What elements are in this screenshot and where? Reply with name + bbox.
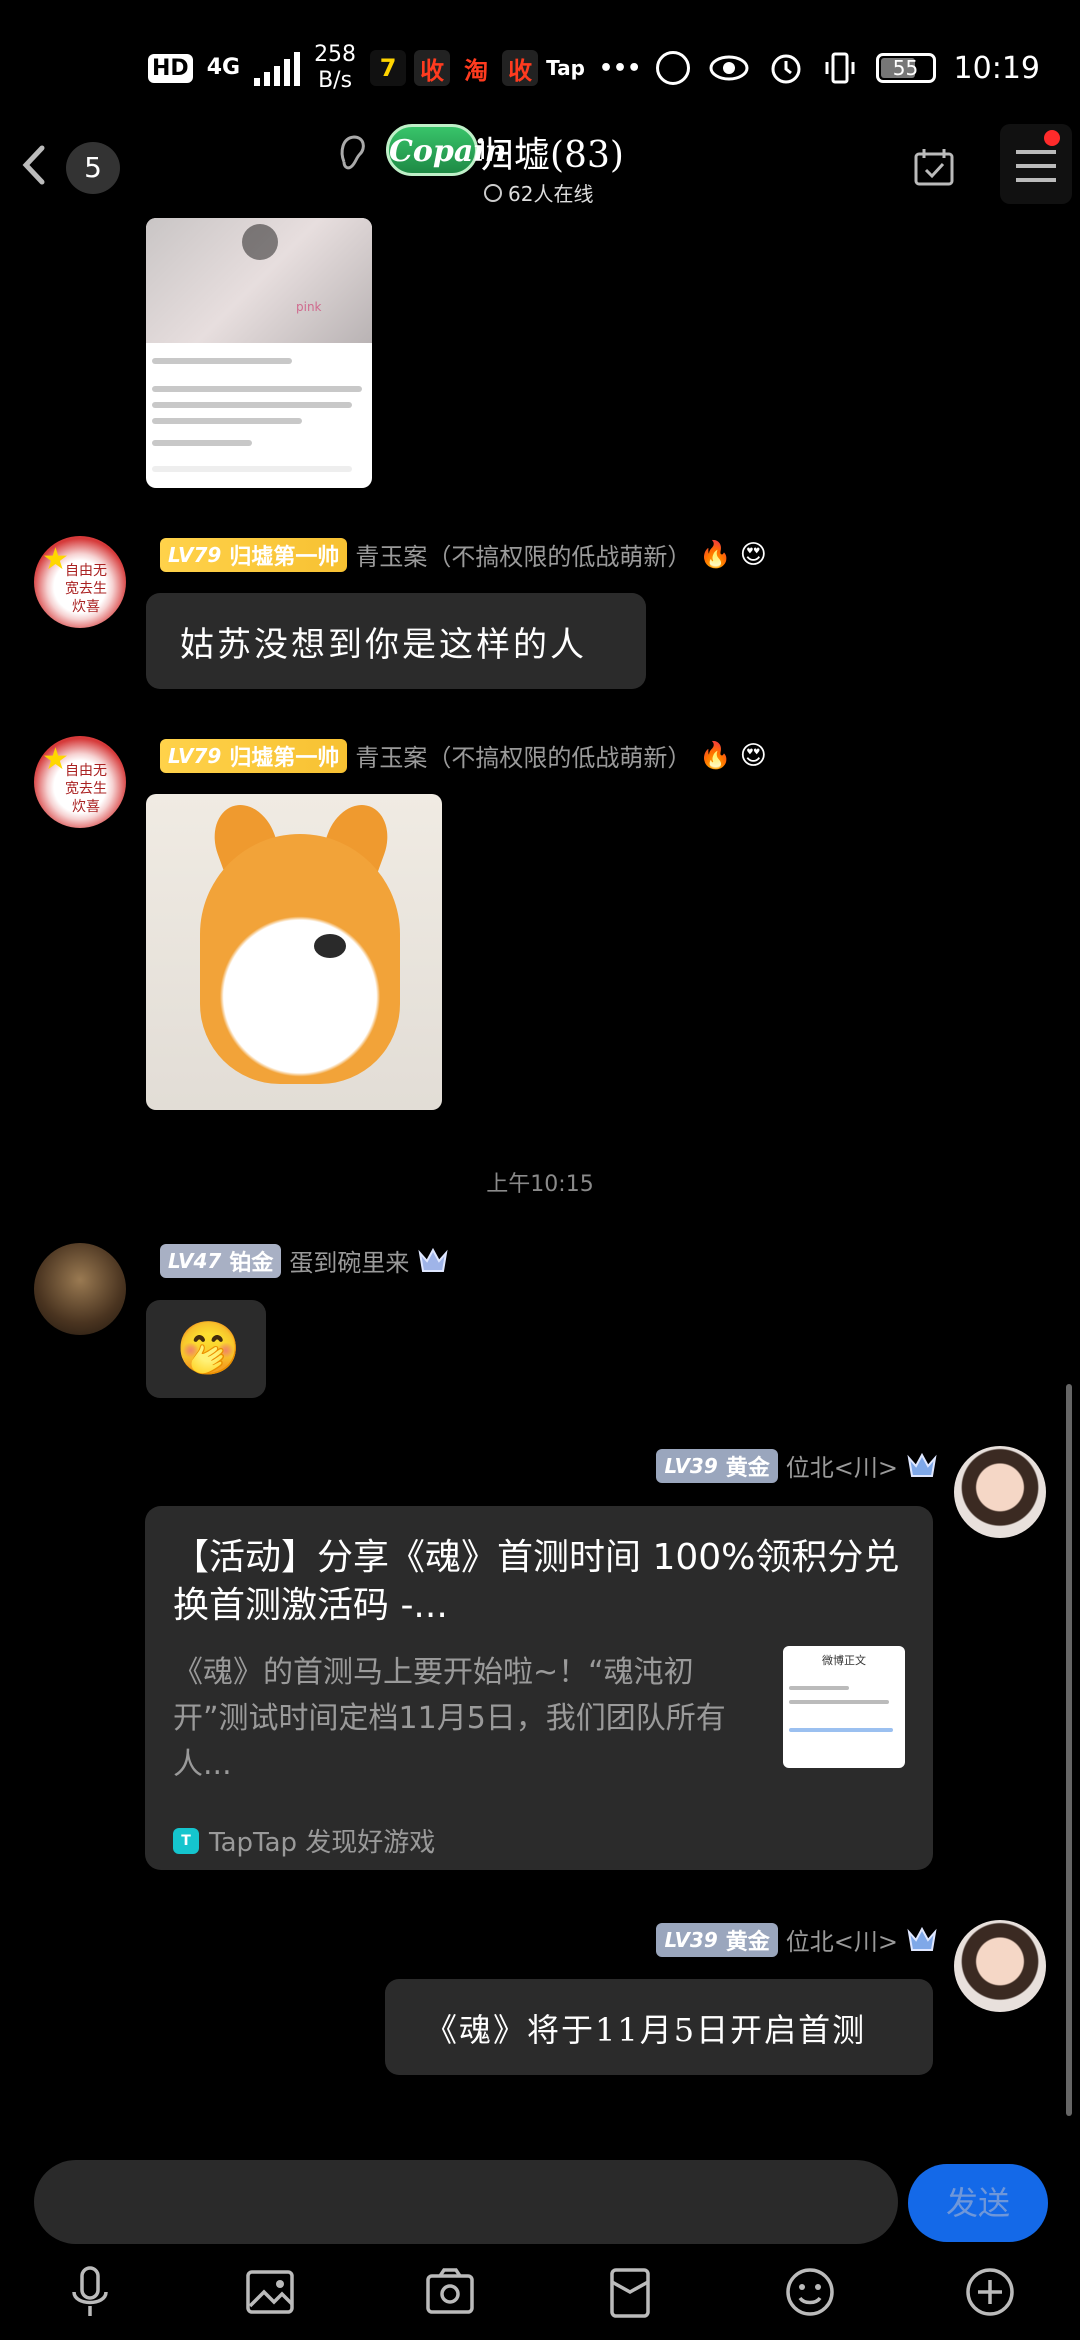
card-source: T TapTap 发现好游戏: [173, 1822, 435, 1859]
sender-header: LV47 铂金 蛋到碗里来: [160, 1243, 449, 1278]
fire-badge-icon: 🔥: [699, 740, 732, 771]
sender-header: LV39 黄金 位北<川>: [656, 1922, 938, 1957]
taptap-icon: T: [173, 1827, 199, 1854]
sticker-part: [314, 934, 346, 958]
eye-icon: [709, 55, 749, 81]
status-right: 55 10:19: [655, 46, 1040, 90]
rank-crown-icon: [418, 1247, 448, 1272]
message-bubble[interactable]: 🤭: [146, 1300, 266, 1398]
checkin-calendar-icon[interactable]: [912, 146, 956, 188]
sender-nickname[interactable]: 青玉案（不搞权限的低战萌新）: [355, 738, 691, 773]
hd-indicator: HD: [148, 53, 193, 83]
thumbnail-line: [152, 440, 252, 446]
notification-app-icon: 淘: [458, 50, 495, 86]
more-notifications: •••: [598, 55, 642, 81]
thumbnail-line: [152, 402, 352, 408]
send-button[interactable]: 发送: [908, 2164, 1048, 2242]
vibrate-icon: [825, 52, 855, 84]
thumbnail-caption: pink: [296, 300, 322, 314]
notification-app-icon: 7: [370, 50, 407, 86]
message-timestamp: 上午10:15: [486, 1172, 594, 1197]
sender-header: LV79 归墟第一帅 青玉案（不搞权限的低战萌新） 🔥 😍: [160, 738, 767, 773]
message-text: 姑苏没想到你是这样的人: [180, 625, 587, 665]
play-icon: [242, 224, 278, 260]
rank-crown-icon: [907, 1452, 937, 1477]
sender-header: LV39 黄金 位北<川>: [656, 1448, 938, 1483]
notification-app-icon: 收: [502, 50, 539, 86]
heart-eyes-badge-icon: 😍: [739, 740, 767, 771]
message-bubble[interactable]: 《魂》将于11月5日开启首测: [385, 1979, 933, 2075]
microphone-icon[interactable]: [62, 2262, 118, 2322]
sender-nickname[interactable]: 位北<川>: [786, 1448, 898, 1483]
message-bubble[interactable]: 姑苏没想到你是这样的人: [146, 593, 646, 689]
battery-icon: 55: [875, 53, 936, 83]
thumbnail-line: [152, 418, 302, 424]
level-badge: LV79 归墟第一帅: [160, 738, 348, 773]
camera-icon[interactable]: [422, 2262, 478, 2322]
scrollbar[interactable]: [1066, 1384, 1072, 2116]
menu-button[interactable]: [1000, 124, 1072, 204]
heart-eyes-badge-icon: 😍: [739, 539, 767, 570]
group-logo: Copain: [386, 124, 507, 176]
avatar[interactable]: [34, 1243, 126, 1335]
level-badge: LV39 黄金: [656, 1448, 778, 1483]
clock: 10:19: [953, 50, 1040, 86]
sticker-part: [200, 834, 400, 1084]
status-left: HD 4G 258 B/s 7 收淘收 Tap •••: [148, 40, 641, 96]
red-packet-icon[interactable]: [602, 2262, 658, 2322]
card-title: 【活动】分享《魂》首测时间 100%领积分兑换首测激活码 -...: [173, 1537, 900, 1626]
card-description: 《魂》的首测马上要开始啦~！“魂沌初开”测试时间定档11月5日，我们团队所有人.…: [173, 1655, 726, 1782]
signal-icon: [254, 50, 301, 86]
hamburger-icon: [1016, 150, 1056, 182]
ear-icon[interactable]: [336, 132, 370, 172]
back-arrow-icon[interactable]: [14, 140, 54, 190]
message-input[interactable]: [34, 2160, 898, 2244]
link-card[interactable]: 【活动】分享《魂》首测时间 100%领积分兑换首测激活码 -... 《魂》的首测…: [145, 1506, 933, 1870]
avatar[interactable]: [954, 1446, 1046, 1538]
network-type: 4G: [206, 55, 241, 80]
unread-count-badge[interactable]: 5: [66, 142, 120, 194]
message-emoji: 🤭: [176, 1319, 241, 1379]
message-text: 《魂》将于11月5日开启首测: [425, 2011, 867, 2049]
sender-nickname[interactable]: 蛋到碗里来: [289, 1243, 409, 1278]
sender-nickname[interactable]: 青玉案（不搞权限的低战萌新）: [355, 537, 691, 572]
hd-call-icon: [655, 51, 690, 85]
avatar[interactable]: ★ 自由无宽去生炊喜: [34, 536, 126, 628]
network-speed: 258 B/s: [314, 42, 357, 93]
sender-header: LV79 归墟第一帅 青玉案（不搞权限的低战萌新） 🔥 😍: [160, 537, 767, 572]
emoji-icon[interactable]: [782, 2262, 838, 2322]
avatar[interactable]: ★ 自由无宽去生炊喜: [34, 736, 126, 828]
avatar[interactable]: [954, 1920, 1046, 2012]
rank-crown-icon: [907, 1926, 937, 1951]
plus-icon[interactable]: [962, 2262, 1018, 2322]
level-badge: LV39 黄金: [656, 1922, 778, 1957]
notification-dot: [1044, 130, 1060, 146]
status-bar: HD 4G 258 B/s 7 收淘收 Tap ••• 55 10:19: [0, 0, 1080, 130]
notification-icons: 7 收淘收 Tap: [370, 50, 585, 86]
online-count[interactable]: 62人在线: [484, 178, 593, 207]
sender-nickname[interactable]: 位北<川>: [786, 1922, 898, 1957]
chevron-down-icon: [484, 183, 502, 202]
level-badge: LV79 归墟第一帅: [160, 537, 348, 572]
card-thumbnail: 微博正文: [783, 1646, 905, 1768]
shared-image-thumbnail[interactable]: pink: [146, 218, 372, 488]
thumbnail-line: [152, 466, 352, 472]
notification-app-icon: 收: [414, 50, 451, 86]
notification-app-icon: Tap: [546, 50, 585, 86]
thumbnail-line: [152, 358, 292, 364]
thumbnail-line: [152, 386, 362, 392]
level-badge: LV47 铂金: [160, 1243, 282, 1278]
corgi-sticker[interactable]: [146, 794, 442, 1110]
alarm-icon: [771, 54, 801, 84]
fire-badge-icon: 🔥: [699, 539, 732, 570]
group-title[interactable]: 归墟(83): [478, 126, 624, 178]
image-icon[interactable]: [242, 2262, 298, 2322]
